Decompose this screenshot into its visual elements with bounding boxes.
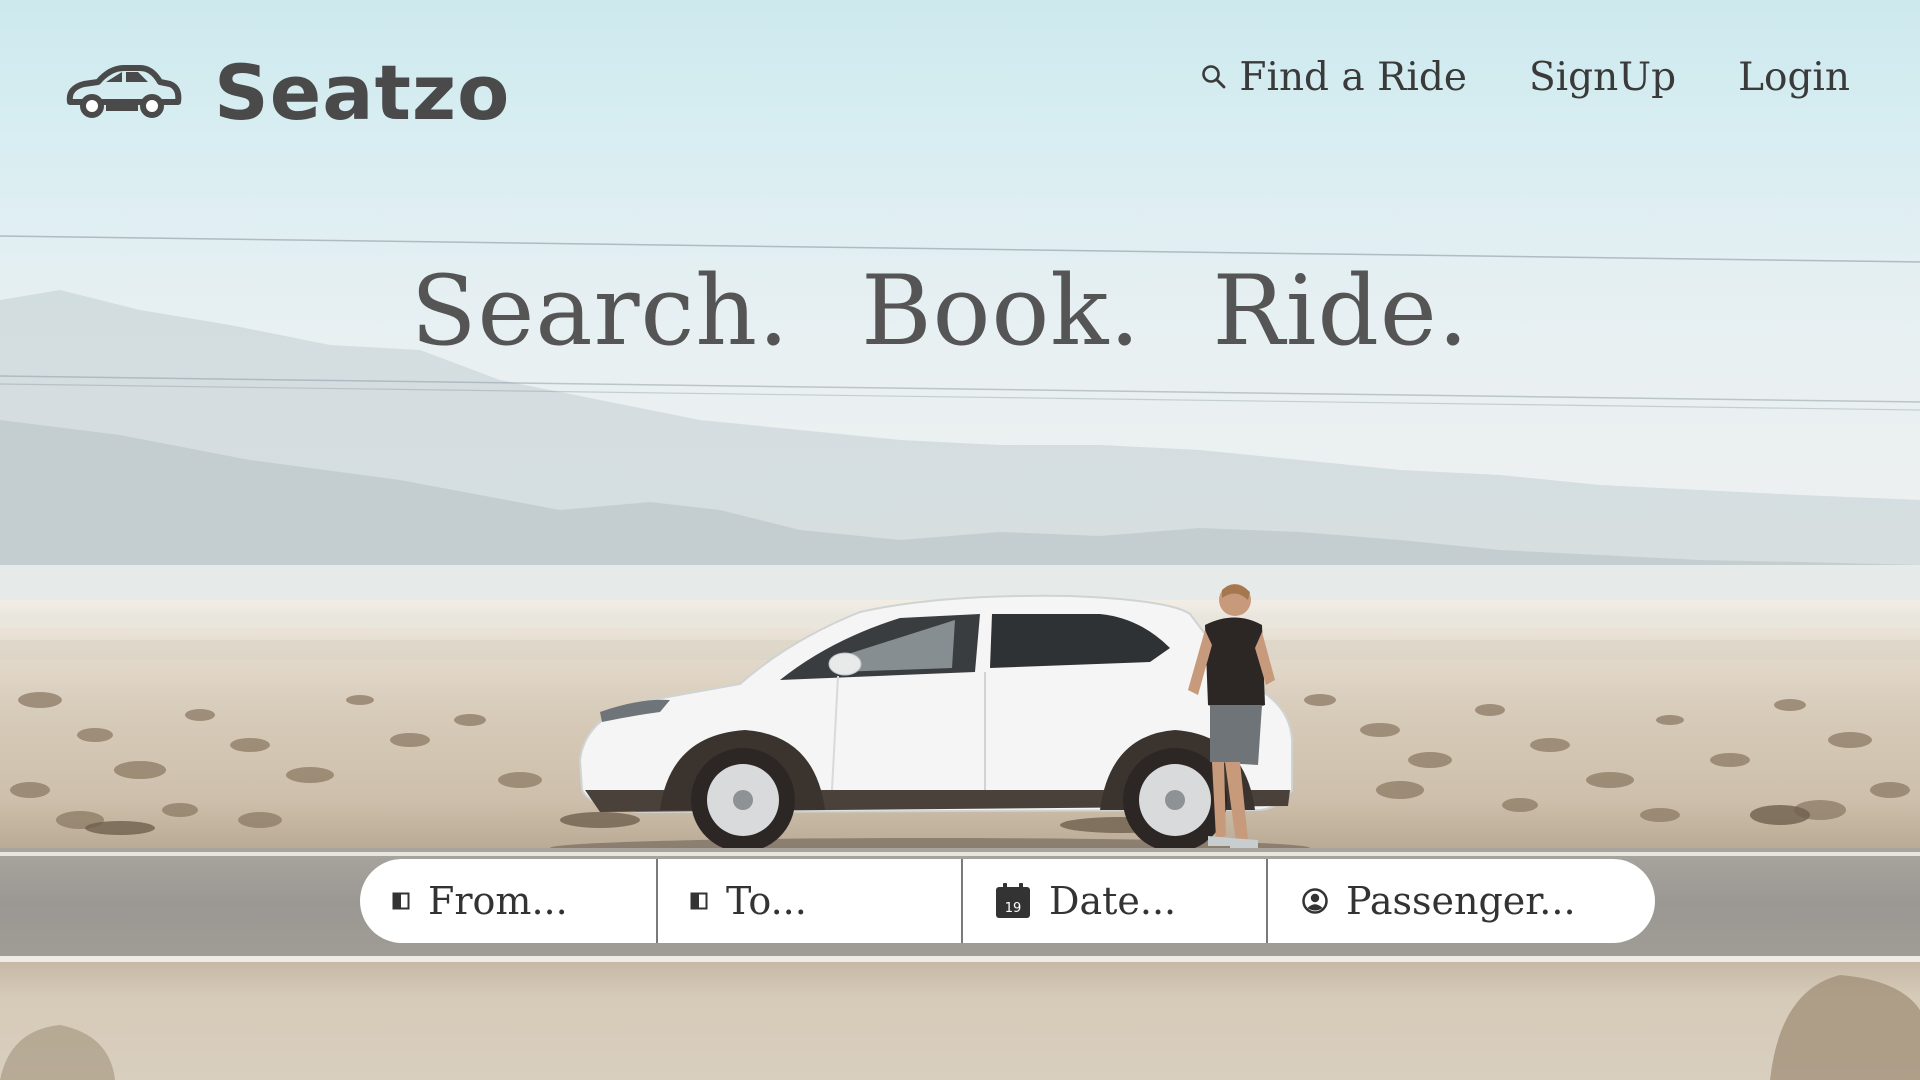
car-icon bbox=[66, 65, 182, 118]
user-circle-icon bbox=[1302, 888, 1328, 914]
landing-page: Seatzo Find a Ride SignUp Login Search. … bbox=[0, 0, 1920, 1080]
find-ride-label: Find a Ride bbox=[1239, 54, 1467, 100]
calendar-icon-day: 19 bbox=[1005, 901, 1022, 916]
brand-name: Seatzo bbox=[214, 47, 511, 137]
hero-section: Search. Book. Ride. bbox=[0, 255, 1920, 367]
date-placeholder: Date... bbox=[1049, 879, 1177, 923]
date-field[interactable]: 19 Date... bbox=[963, 859, 1268, 943]
to-field[interactable]: To... bbox=[658, 859, 963, 943]
passenger-field[interactable]: Passenger... bbox=[1268, 859, 1655, 943]
passenger-placeholder: Passenger... bbox=[1346, 879, 1576, 923]
hero-tagline: Search. Book. Ride. bbox=[410, 255, 1470, 367]
calendar-icon: 19 bbox=[995, 883, 1031, 919]
to-placeholder: To... bbox=[726, 879, 807, 923]
location-destination-icon bbox=[690, 892, 708, 910]
login-link[interactable]: Login bbox=[1738, 55, 1850, 100]
from-field[interactable]: From... bbox=[360, 859, 658, 943]
brand-logo[interactable]: Seatzo bbox=[62, 48, 510, 137]
location-origin-icon bbox=[392, 892, 410, 910]
top-navigation: Find a Ride SignUp Login bbox=[1201, 52, 1850, 102]
find-ride-link[interactable]: Find a Ride bbox=[1201, 55, 1467, 100]
from-placeholder: From... bbox=[428, 879, 568, 923]
signup-link[interactable]: SignUp bbox=[1529, 55, 1676, 100]
ride-search-bar: From... To... 19 Date... Passenger... bbox=[360, 859, 1655, 943]
search-icon bbox=[1202, 65, 1226, 89]
